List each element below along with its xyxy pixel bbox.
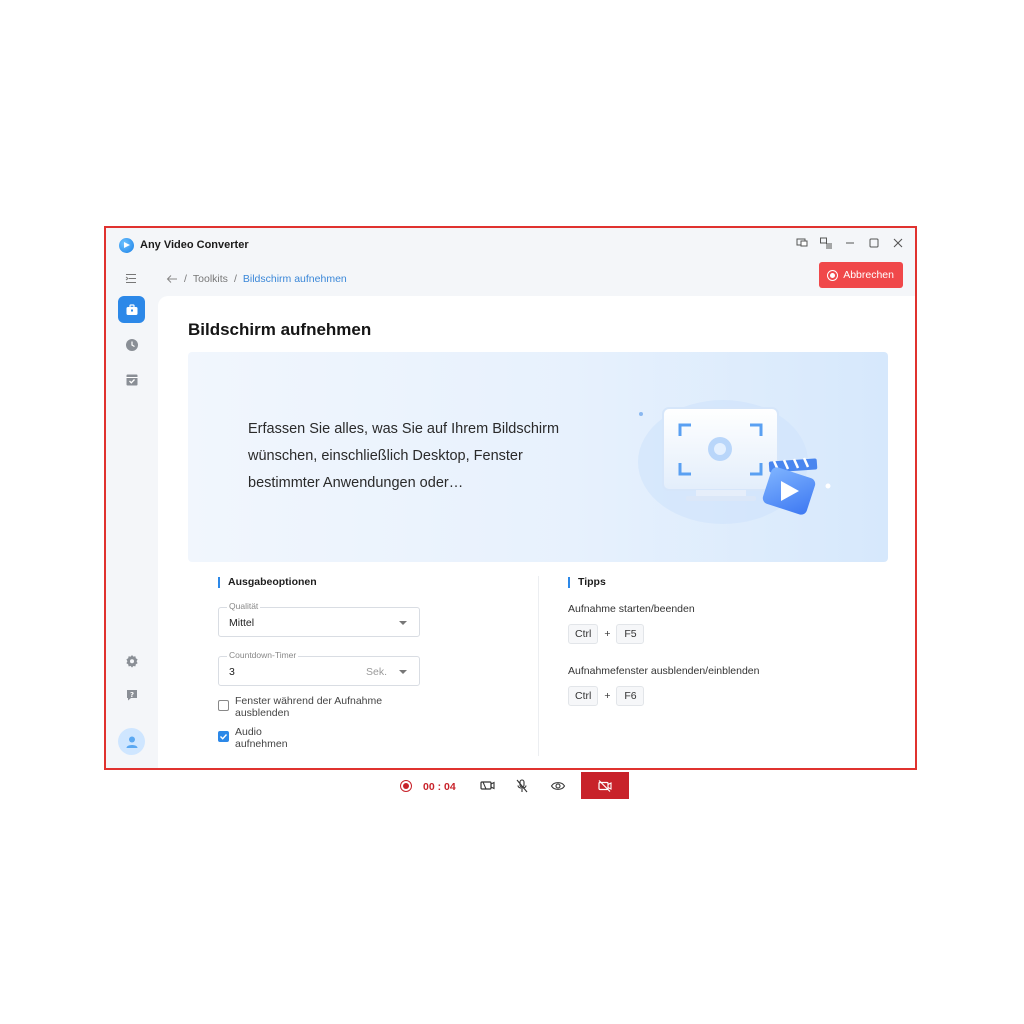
record-stop-icon (827, 269, 839, 281)
tasks-icon (126, 374, 137, 385)
quality-label: Qualität (227, 601, 261, 611)
help-icon: ? (126, 689, 137, 700)
tip-label-start-stop: Aufnahme starten/beenden (568, 603, 695, 615)
menu-icon[interactable] (819, 236, 833, 250)
countdown-select[interactable]: Countdown-Timer 3 Sek. (218, 650, 420, 686)
minimize-icon[interactable] (843, 236, 857, 250)
collapse-menu-icon[interactable] (125, 272, 138, 285)
close-icon[interactable] (891, 236, 905, 250)
camera-off-icon (598, 779, 612, 792)
quality-select[interactable]: Qualität Mittel (218, 601, 420, 637)
record-audio-checkbox[interactable] (218, 731, 229, 742)
webcam-icon[interactable] (479, 779, 495, 793)
sidebar-item-settings[interactable] (118, 647, 145, 674)
back-arrow-icon[interactable] (166, 273, 178, 285)
record-audio-label: Audio aufnehmen (235, 726, 288, 750)
toolbox-icon (126, 303, 137, 315)
hide-window-option[interactable]: Fenster während der Aufnahme ausblenden (218, 695, 398, 719)
main-content: Bildschirm aufnehmen Erfassen Sie alles,… (158, 296, 915, 768)
maximize-icon[interactable] (867, 236, 881, 250)
key-cap: F5 (616, 624, 645, 644)
countdown-unit: Sek. (365, 666, 387, 678)
mic-off-icon[interactable] (514, 779, 530, 793)
abort-button-label: Abbrechen (843, 269, 894, 281)
sidebar-item-tasks[interactable] (118, 366, 145, 393)
quality-value: Mittel (229, 617, 255, 629)
svg-text:?: ? (129, 690, 133, 698)
app-logo-icon (119, 238, 134, 253)
title-bar: Any Video Converter (106, 228, 915, 262)
key-plus: + (604, 690, 611, 702)
hide-window-label: Fenster während der Aufnahme ausblenden (235, 695, 383, 719)
user-icon (126, 736, 137, 748)
breadcrumb-separator: / (184, 273, 187, 285)
chevron-down-icon (399, 670, 407, 674)
check-icon (220, 734, 228, 740)
screen-record-illustration-icon (638, 400, 831, 524)
key-cap: Ctrl (568, 686, 599, 706)
hide-window-checkbox[interactable] (218, 700, 229, 711)
key-cap: F6 (616, 686, 645, 706)
user-avatar[interactable] (118, 728, 145, 755)
sidebar: ? (106, 296, 156, 768)
settings-icon (125, 654, 138, 668)
key-plus: + (604, 628, 611, 640)
breadcrumb-current: Bildschirm aufnehmen (242, 273, 347, 285)
history-icon (125, 338, 138, 351)
chevron-down-icon (399, 621, 407, 625)
feature-banner: Erfassen Sie alles, was Sie auf Ihrem Bi… (188, 352, 888, 562)
shortcut-start-stop: Ctrl + F5 (568, 624, 645, 644)
countdown-label: Countdown-Timer (227, 650, 299, 660)
sidebar-item-help[interactable]: ? (118, 681, 145, 708)
record-audio-option[interactable]: Audio aufnehmen (218, 726, 308, 750)
page-title: Bildschirm aufnehmen (188, 320, 372, 339)
shortcut-toggle-window: Ctrl + F6 (568, 686, 645, 706)
eye-icon[interactable] (550, 779, 566, 793)
breadcrumb-separator: / (233, 273, 237, 285)
key-cap: Ctrl (568, 624, 599, 644)
window-controls (795, 236, 905, 250)
breadcrumb-toolkits[interactable]: Toolkits (193, 273, 228, 285)
stop-recording-button[interactable] (581, 772, 629, 799)
nav-bar: / Toolkits / Bildschirm aufnehmen (106, 262, 915, 296)
countdown-value: 3 (229, 666, 235, 678)
abort-button[interactable]: Abbrechen (819, 262, 903, 288)
app-window: Any Video Converter / Toolkits / Bildsch… (104, 226, 917, 770)
section-divider (538, 576, 539, 756)
recording-timer: 00 : 04 (423, 781, 456, 793)
sidebar-item-toolkits[interactable] (118, 296, 145, 323)
breadcrumb: / Toolkits / Bildschirm aufnehmen (166, 273, 347, 285)
sidebar-item-history[interactable] (118, 331, 145, 358)
record-icon (400, 780, 412, 792)
feedback-icon[interactable] (795, 236, 809, 250)
output-options-heading: Ausgabeoptionen (218, 577, 317, 588)
tip-label-toggle-window: Aufnahmefenster ausblenden/einblenden (568, 665, 760, 677)
banner-description: Erfassen Sie alles, was Sie auf Ihrem Bi… (248, 421, 560, 491)
recording-toolbar: 00 : 04 (396, 772, 636, 800)
app-title: Any Video Converter (140, 239, 249, 251)
tips-heading: Tipps (568, 577, 606, 588)
